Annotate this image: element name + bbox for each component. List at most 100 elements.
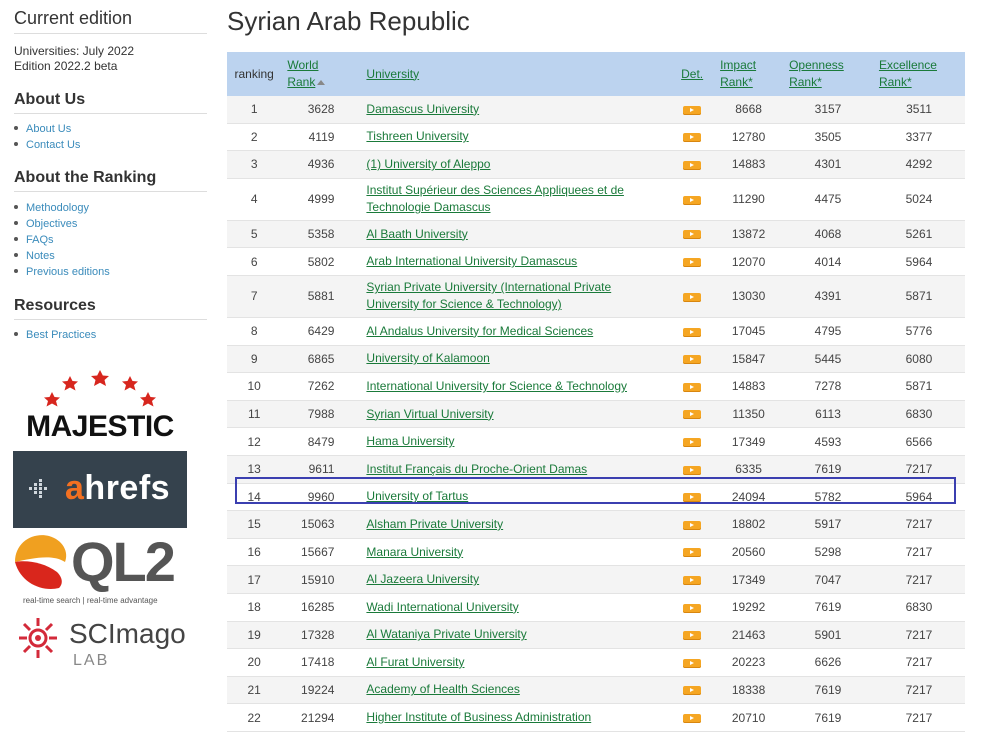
university-link[interactable]: Wadi International University	[366, 600, 518, 614]
university-cell[interactable]: Tishreen University	[352, 123, 671, 152]
det-cell[interactable]	[670, 565, 715, 594]
sidebar-link-objectives[interactable]: Objectives	[26, 218, 77, 230]
details-arrow-icon[interactable]	[683, 230, 702, 240]
university-link[interactable]: (1) University of Aleppo	[366, 157, 490, 171]
details-arrow-icon[interactable]	[683, 548, 702, 558]
sidebar-item-objectives[interactable]: Objectives	[14, 216, 110, 232]
det-cell[interactable]	[670, 150, 715, 179]
header-impact-rank[interactable]: Impact Rank*	[714, 52, 784, 96]
university-link[interactable]: International University for Science & T…	[366, 379, 627, 393]
det-cell[interactable]	[670, 345, 715, 374]
details-arrow-icon[interactable]	[683, 520, 702, 530]
university-link[interactable]: Al Baath University	[366, 227, 467, 241]
details-arrow-icon[interactable]	[683, 575, 702, 585]
university-link[interactable]: Al Andalus University for Medical Scienc…	[366, 324, 593, 338]
det-sort-link[interactable]: Det.	[676, 66, 708, 83]
university-link[interactable]: Hama University	[366, 434, 454, 448]
university-cell[interactable]: Academy of Health Sciences	[352, 676, 671, 705]
details-arrow-icon[interactable]	[683, 160, 702, 170]
det-cell[interactable]	[670, 123, 715, 152]
header-openness-rank[interactable]: Openness Rank*	[783, 52, 873, 96]
details-arrow-icon[interactable]	[683, 105, 702, 115]
header-world-rank[interactable]: World Rank	[281, 52, 353, 96]
university-link[interactable]: Al Wataniya Private University	[366, 627, 526, 641]
university-link[interactable]: Institut Supérieur des Sciences Applique…	[366, 183, 624, 214]
sidebar-link-faqs[interactable]: FAQs	[26, 234, 54, 246]
university-link[interactable]: Tishreen University	[366, 129, 468, 143]
details-arrow-icon[interactable]	[683, 133, 702, 143]
university-link[interactable]: Higher Institute of Business Administrat…	[366, 710, 591, 724]
det-cell[interactable]	[670, 483, 715, 512]
header-excellence-rank[interactable]: Excellence Rank*	[872, 52, 965, 96]
header-det[interactable]: Det.	[670, 52, 715, 96]
scimago-logo[interactable]: SCImago LAB	[13, 612, 195, 672]
sidebar-item-methodology[interactable]: Methodology	[14, 200, 110, 216]
det-cell[interactable]	[670, 178, 715, 221]
university-link[interactable]: Al Jazeera University	[366, 572, 479, 586]
sidebar-link-best-practices[interactable]: Best Practices	[26, 329, 96, 341]
university-cell[interactable]: Arab International University Damascus	[352, 247, 671, 276]
sidebar-link-methodology[interactable]: Methodology	[26, 202, 89, 214]
det-cell[interactable]	[670, 455, 715, 484]
sidebar-item-contact-us[interactable]: Contact Us	[14, 137, 80, 153]
det-cell[interactable]	[670, 648, 715, 677]
openness-sort-link[interactable]: Openness Rank*	[789, 57, 867, 91]
university-link[interactable]: Manara University	[366, 545, 463, 559]
det-cell[interactable]	[670, 96, 715, 124]
details-arrow-icon[interactable]	[683, 603, 702, 613]
university-cell[interactable]: Al Baath University	[352, 220, 671, 249]
university-link[interactable]: Alsham Private University	[366, 517, 503, 531]
details-arrow-icon[interactable]	[683, 292, 702, 302]
det-cell[interactable]	[670, 247, 715, 276]
header-university[interactable]: University	[352, 52, 671, 96]
sidebar-item-notes[interactable]: Notes	[14, 248, 110, 264]
impact-sort-link[interactable]: Impact Rank*	[720, 57, 777, 91]
university-cell[interactable]: Al Andalus University for Medical Scienc…	[352, 317, 671, 346]
university-cell[interactable]: Al Wataniya Private University	[352, 621, 671, 650]
university-link[interactable]: Academy of Health Sciences	[366, 682, 519, 696]
university-link[interactable]: Damascus University	[366, 102, 479, 116]
university-link[interactable]: Institut Français du Proche-Orient Damas	[366, 462, 587, 476]
university-cell[interactable]: Higher Institute of Business Administrat…	[352, 703, 671, 732]
details-arrow-icon[interactable]	[683, 713, 702, 723]
det-cell[interactable]	[670, 510, 715, 539]
det-cell[interactable]	[670, 220, 715, 249]
det-cell[interactable]	[670, 275, 715, 318]
university-cell[interactable]: Hama University	[352, 427, 671, 456]
details-arrow-icon[interactable]	[683, 658, 702, 668]
ahrefs-logo[interactable]: ahrefs	[13, 451, 187, 528]
sidebar-item-previous-editions[interactable]: Previous editions	[14, 264, 110, 280]
det-cell[interactable]	[670, 372, 715, 401]
det-cell[interactable]	[670, 427, 715, 456]
details-arrow-icon[interactable]	[683, 258, 702, 267]
university-cell[interactable]: Institut Français du Proche-Orient Damas	[352, 455, 671, 484]
sidebar-link-notes[interactable]: Notes	[26, 250, 55, 262]
det-cell[interactable]	[670, 703, 715, 732]
details-arrow-icon[interactable]	[683, 195, 702, 205]
sidebar-item-about-us[interactable]: About Us	[14, 121, 80, 137]
university-cell[interactable]: (1) University of Aleppo	[352, 150, 671, 179]
sidebar-link-previous-editions[interactable]: Previous editions	[26, 266, 110, 278]
university-cell[interactable]: Syrian Private University (International…	[352, 275, 671, 318]
details-arrow-icon[interactable]	[683, 437, 702, 447]
det-cell[interactable]	[670, 676, 715, 705]
university-cell[interactable]: Al Furat University	[352, 648, 671, 677]
details-arrow-icon[interactable]	[683, 493, 702, 503]
university-cell[interactable]: Institut Supérieur des Sciences Applique…	[352, 178, 671, 221]
university-cell[interactable]: Alsham Private University	[352, 510, 671, 539]
university-cell[interactable]: Al Jazeera University	[352, 565, 671, 594]
det-cell[interactable]	[670, 593, 715, 622]
university-link[interactable]: Al Furat University	[366, 655, 464, 669]
university-cell[interactable]: Manara University	[352, 538, 671, 567]
university-sort-link[interactable]: University	[366, 66, 664, 83]
majestic-logo[interactable]: MAJESTIC	[18, 366, 182, 448]
university-link[interactable]: University of Kalamoon	[366, 351, 489, 365]
details-arrow-icon[interactable]	[683, 631, 702, 641]
university-cell[interactable]: University of Kalamoon	[352, 345, 671, 374]
details-arrow-icon[interactable]	[683, 382, 702, 392]
university-cell[interactable]: University of Tartus	[352, 483, 671, 512]
university-link[interactable]: Arab International University Damascus	[366, 254, 577, 268]
university-link[interactable]: University of Tartus	[366, 489, 468, 503]
university-cell[interactable]: Damascus University	[352, 96, 671, 124]
det-cell[interactable]	[670, 538, 715, 567]
